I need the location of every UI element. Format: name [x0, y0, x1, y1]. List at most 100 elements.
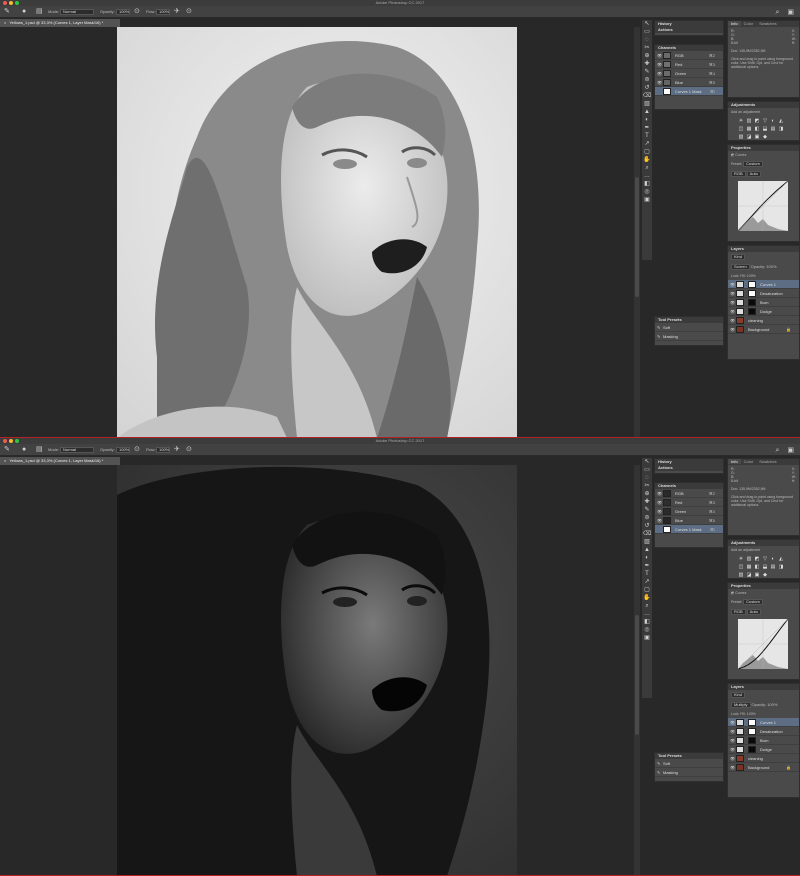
photofilter-icon[interactable]: ◧ — [754, 126, 760, 132]
document-tab[interactable]: × Yellows_1.psd @ 33,3% (Curves 1, Layer … — [0, 19, 120, 27]
quick-mask-icon[interactable]: ◎ — [642, 188, 652, 196]
zoom-window-button[interactable] — [15, 439, 19, 443]
info-tab[interactable]: Info — [728, 21, 741, 26]
move-tool-icon[interactable]: ↖ — [642, 458, 652, 466]
selectivecolor-icon[interactable]: ◆ — [762, 572, 768, 578]
more-tools-icon[interactable]: … — [642, 610, 652, 618]
curves-graph[interactable] — [737, 180, 789, 232]
channel-row[interactable]: Curves 1 Mask ⌘\ — [655, 87, 723, 96]
path-selection-tool-icon[interactable]: ↗ — [642, 140, 652, 148]
blend-mode-select[interactable]: Screen — [731, 264, 750, 270]
channel-row[interactable]: 👁 Blue ⌘5 — [655, 516, 723, 525]
bw-icon[interactable]: ▦ — [746, 564, 752, 570]
canvas-scrollbar[interactable] — [634, 27, 640, 438]
brush-preset-icon[interactable]: ● — [22, 8, 26, 16]
posterize-icon[interactable]: ▧ — [738, 134, 744, 140]
type-tool-icon[interactable]: T — [642, 132, 652, 140]
pressure-size-icon[interactable]: ⊙ — [186, 446, 192, 454]
airbrush-icon[interactable]: ✈ — [174, 446, 180, 454]
eraser-tool-icon[interactable]: ⌫ — [642, 530, 652, 538]
threshold-icon[interactable]: ◪ — [746, 134, 752, 140]
opacity-field[interactable]: 100% — [116, 447, 130, 453]
channel-row[interactable]: 👁 Green ⌘4 — [655, 69, 723, 78]
gradient-tool-icon[interactable]: ▧ — [642, 538, 652, 546]
type-tool-icon[interactable]: T — [642, 570, 652, 578]
blend-mode-select[interactable]: Multiply — [731, 702, 751, 708]
minimize-window-button[interactable] — [9, 439, 13, 443]
blur-tool-icon[interactable]: ▲ — [642, 546, 652, 554]
brush-tool-icon[interactable]: ✎ — [642, 506, 652, 514]
pen-tool-icon[interactable]: ✒ — [642, 562, 652, 570]
curves-icon[interactable]: ◩ — [754, 118, 760, 124]
brush-tool-icon[interactable]: ✎ — [642, 68, 652, 76]
hue-icon[interactable]: ◭ — [778, 556, 784, 562]
layer-row[interactable]: 👁 Dodge — [728, 745, 799, 754]
fill-value[interactable]: 100% — [747, 712, 756, 716]
document-tab[interactable]: × Yellows_1.psd @ 33,3% (Curves 1, Layer … — [0, 457, 120, 465]
colorbalance-icon[interactable]: ◫ — [738, 126, 744, 132]
pen-tool-icon[interactable]: ✒ — [642, 124, 652, 132]
brush-panel-icon[interactable]: ▤ — [36, 446, 43, 454]
flow-field[interactable]: 100% — [156, 447, 170, 453]
zoom-tool-icon[interactable]: ⌕ — [642, 602, 652, 610]
channel-row[interactable]: 👁 Red ⌘3 — [655, 60, 723, 69]
search-icon[interactable]: ⌕ — [775, 9, 779, 17]
layer-row[interactable]: 👁 Desaturation — [728, 289, 799, 298]
move-tool-icon[interactable]: ↖ — [642, 20, 652, 28]
selectivecolor-icon[interactable]: ◆ — [762, 134, 768, 140]
zoom-tool-icon[interactable]: ⌕ — [642, 164, 652, 172]
hue-icon[interactable]: ◭ — [778, 118, 784, 124]
layer-row[interactable]: 👁 Desaturation — [728, 727, 799, 736]
layer-row[interactable]: 👁 Burn — [728, 736, 799, 745]
actions-panel-tab[interactable]: Actions — [655, 465, 723, 471]
swatches-tab[interactable]: Swatches — [756, 459, 779, 464]
stamp-tool-icon[interactable]: ⊜ — [642, 76, 652, 84]
layer-row[interactable]: 👁 Burn — [728, 298, 799, 307]
photofilter-icon[interactable]: ◧ — [754, 564, 760, 570]
gradient-tool-icon[interactable]: ▧ — [642, 100, 652, 108]
layer-row[interactable]: 👁 Dodge — [728, 307, 799, 316]
mode-select[interactable]: Normal — [60, 447, 94, 453]
channel-row[interactable]: 👁 RGB ⌘2 — [655, 51, 723, 60]
portrait-photo-light[interactable] — [117, 27, 517, 438]
history-brush-tool-icon[interactable]: ↺ — [642, 84, 652, 92]
brush-tool-icon[interactable]: ✎ — [4, 8, 10, 16]
auto-button[interactable]: Auto — [746, 171, 761, 177]
brush-preset-icon[interactable]: ● — [22, 446, 26, 454]
invert-icon[interactable]: ◨ — [778, 564, 784, 570]
zoom-window-button[interactable] — [15, 1, 19, 5]
brightness-icon[interactable]: ☀ — [738, 556, 744, 562]
channel-row[interactable]: 👁 RGB ⌘2 — [655, 489, 723, 498]
dodge-tool-icon[interactable]: ◐ — [642, 554, 652, 562]
preset-select[interactable]: Custom — [743, 599, 763, 605]
healing-tool-icon[interactable]: ✚ — [642, 60, 652, 68]
portrait-photo-dark[interactable] — [117, 465, 517, 876]
info-tab[interactable]: Info — [728, 459, 741, 464]
brush-tool-icon[interactable]: ✎ — [4, 446, 10, 454]
canvas-scrollbar[interactable] — [634, 465, 640, 876]
hand-tool-icon[interactable]: ✋ — [642, 594, 652, 602]
eraser-tool-icon[interactable]: ⌫ — [642, 92, 652, 100]
bw-icon[interactable]: ▦ — [746, 126, 752, 132]
actions-panel-tab[interactable]: Actions — [655, 27, 723, 33]
exposure-icon[interactable]: ▽ — [762, 556, 768, 562]
shape-tool-icon[interactable]: ▢ — [642, 148, 652, 156]
canvas-area[interactable] — [0, 27, 638, 438]
opacity-field[interactable]: 100% — [116, 9, 130, 15]
threshold-icon[interactable]: ◪ — [746, 572, 752, 578]
swatches-tab[interactable]: Swatches — [756, 21, 779, 26]
preset-item[interactable]: ✎ Soft — [655, 759, 723, 768]
curves-graph[interactable] — [737, 618, 789, 670]
airbrush-icon[interactable]: ✈ — [174, 8, 180, 16]
shape-tool-icon[interactable]: ▢ — [642, 586, 652, 594]
lookup-icon[interactable]: ▤ — [770, 126, 776, 132]
layer-row[interactable]: 👁 Curves 1 — [728, 280, 799, 289]
curves-icon[interactable]: ◩ — [754, 556, 760, 562]
levels-icon[interactable]: ▥ — [746, 118, 752, 124]
colorbalance-icon[interactable]: ◫ — [738, 564, 744, 570]
close-window-button[interactable] — [3, 1, 7, 5]
exposure-icon[interactable]: ▽ — [762, 118, 768, 124]
lasso-tool-icon[interactable]: ◌ — [642, 474, 652, 482]
eyedropper-tool-icon[interactable]: ⊕ — [642, 52, 652, 60]
hand-tool-icon[interactable]: ✋ — [642, 156, 652, 164]
